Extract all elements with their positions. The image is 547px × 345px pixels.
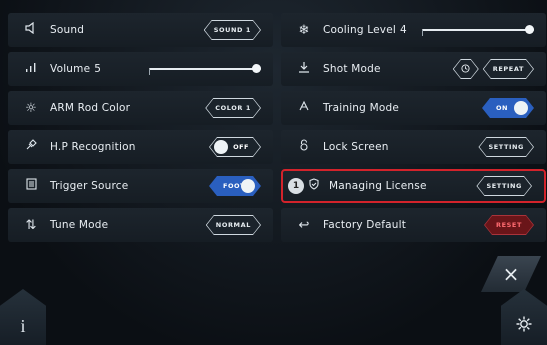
toggle-knob (214, 140, 228, 154)
lock-screen-label: Lock Screen (323, 141, 389, 153)
arm-rod-color-label: ARM Rod Color (50, 102, 131, 114)
cooling-level-slider[interactable] (422, 25, 534, 36)
tune-mode-label: Tune Mode (50, 219, 109, 231)
shot-mode-cell: Shot Mode REPEAT (281, 52, 546, 86)
training-mode-toggle[interactable]: ON (482, 98, 534, 118)
download-arrow-icon (291, 61, 317, 77)
hp-recognition-toggle[interactable]: OFF (209, 137, 261, 157)
trigger-source-label: Trigger Source (50, 180, 129, 192)
settings-grid: Sound SOUND 1 ❄ Cooling Level 4 Volume 5… (8, 13, 546, 247)
sound-label: Sound (50, 24, 85, 36)
reset-button[interactable]: RESET (484, 215, 534, 235)
slider-tick (422, 30, 423, 36)
trigger-source-toggle[interactable]: FOOT (209, 176, 261, 196)
volume-cell: Volume 5 (8, 52, 273, 86)
trigger-source-cell: Trigger Source FOOT (8, 169, 273, 203)
gear-icon (515, 315, 533, 337)
shield-check-icon (305, 178, 323, 194)
cooling-level-cell: ❄ Cooling Level 4 (281, 13, 546, 47)
toggle-knob (241, 179, 255, 193)
slider-tick (149, 69, 150, 75)
document-icon (18, 178, 44, 194)
sound-cell: Sound SOUND 1 (8, 13, 273, 47)
volume-slider[interactable] (149, 64, 261, 75)
probe-icon (18, 139, 44, 155)
settings-row: ⇅ Tune Mode NORMAL ↩ Factory Default RES… (8, 208, 546, 242)
cooling-level-label: Cooling Level (323, 24, 396, 36)
clock-icon (461, 64, 470, 75)
shot-mode-button[interactable]: REPEAT (483, 59, 534, 79)
hp-recognition-label: H.P Recognition (50, 141, 136, 153)
close-icon: × (502, 262, 520, 286)
cooling-level-value: 4 (400, 24, 407, 36)
arm-rod-color-button[interactable]: COLOR 1 (205, 98, 261, 118)
training-mode-cell: Training Mode ON (281, 91, 546, 125)
snowflake-icon: ❄ (298, 22, 310, 38)
up-down-arrows-icon: ⇅ (25, 217, 37, 233)
settings-row: Volume 5 Shot Mode REPEAT (8, 52, 546, 86)
sun-icon: ☼ (25, 100, 37, 116)
factory-default-cell: ↩ Factory Default RESET (281, 208, 546, 242)
info-icon: i (20, 316, 26, 336)
sound-button[interactable]: SOUND 1 (204, 20, 261, 40)
slider-rail (422, 29, 534, 31)
settings-button[interactable] (501, 289, 547, 345)
slider-thumb[interactable] (525, 25, 534, 34)
training-icon (291, 100, 317, 116)
tune-mode-button[interactable]: NORMAL (206, 215, 261, 235)
hp-recognition-cell: H.P Recognition OFF (8, 130, 273, 164)
close-button[interactable]: × (481, 256, 541, 292)
managing-license-button[interactable]: SETTING (476, 176, 532, 196)
settings-row: Sound SOUND 1 ❄ Cooling Level 4 (8, 13, 546, 47)
managing-license-cell: 1 Managing License SETTING (281, 169, 546, 203)
lock-screen-button[interactable]: SETTING (478, 137, 534, 157)
managing-license-label: Managing License (329, 180, 427, 192)
return-arrow-icon: ↩ (298, 217, 310, 233)
volume-bars-icon (18, 62, 44, 77)
training-mode-label: Training Mode (323, 102, 399, 114)
volume-label: Volume (50, 63, 91, 75)
volume-value: 5 (94, 63, 101, 75)
arm-rod-color-cell: ☼ ARM Rod Color COLOR 1 (8, 91, 273, 125)
shot-mode-label: Shot Mode (323, 63, 381, 75)
slider-thumb[interactable] (252, 64, 261, 73)
lock-icon (291, 139, 317, 155)
info-button[interactable]: i (0, 289, 46, 345)
toggle-knob (514, 101, 528, 115)
speaker-icon (18, 21, 44, 38)
settings-row: Trigger Source FOOT 1 Managing License S… (8, 169, 546, 203)
slider-rail (149, 68, 261, 70)
step-badge: 1 (288, 178, 304, 194)
tune-mode-cell: ⇅ Tune Mode NORMAL (8, 208, 273, 242)
settings-row: ☼ ARM Rod Color COLOR 1 Training Mode ON (8, 91, 546, 125)
settings-row: H.P Recognition OFF Lock Screen SETTING (8, 130, 546, 164)
factory-default-label: Factory Default (323, 219, 407, 231)
timer-button[interactable] (453, 59, 479, 79)
lock-screen-cell: Lock Screen SETTING (281, 130, 546, 164)
